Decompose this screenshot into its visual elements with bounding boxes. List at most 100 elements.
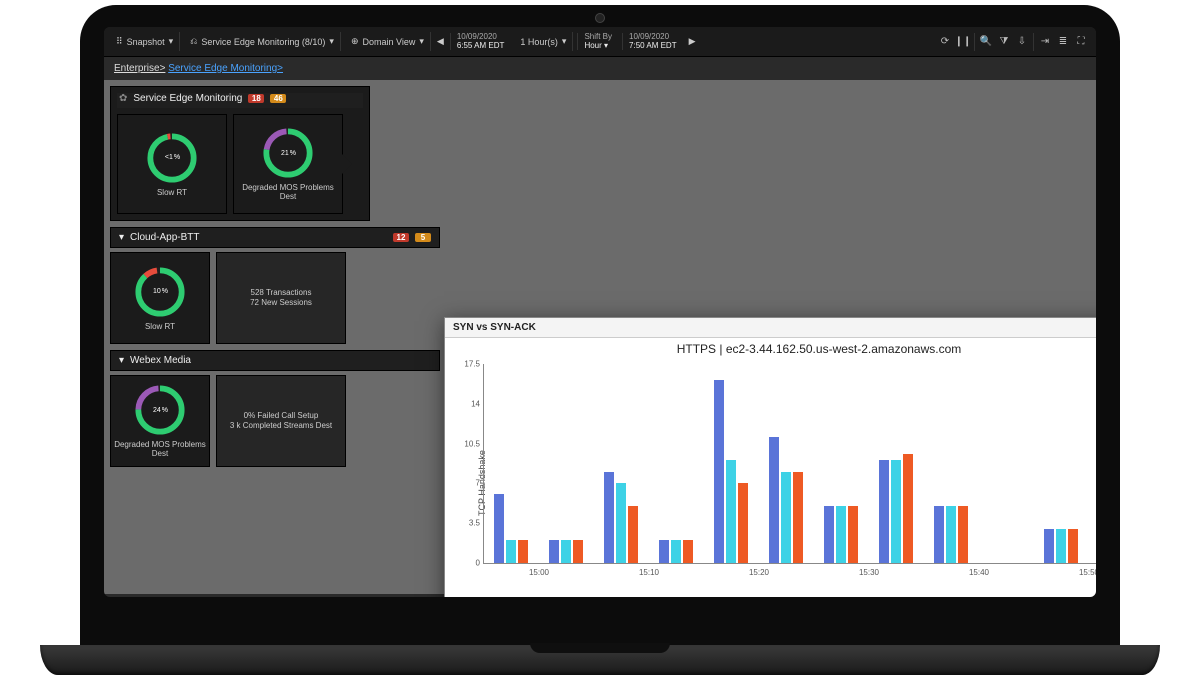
bar-ack xyxy=(561,540,571,563)
snapshot-dropdown[interactable]: ⠿ Snapshot ▾ xyxy=(110,32,180,51)
bar-ack xyxy=(1056,529,1066,563)
pause-icon[interactable]: ❙❙ xyxy=(954,36,972,47)
bar-ns xyxy=(793,472,803,563)
sem-title: Service Edge Monitoring xyxy=(133,93,242,104)
grip-icon: ⠿ xyxy=(116,36,123,47)
webex-title: Webex Media xyxy=(130,355,191,366)
webex-tile-degraded-mos[interactable]: 24% Degraded MOS Problems Dest xyxy=(110,375,210,467)
snapshot-label: Snapshot xyxy=(127,37,165,47)
ytick: 17.5 xyxy=(454,360,480,369)
webex-body: 24% Degraded MOS Problems Dest 0% Failed… xyxy=(110,375,440,467)
cloud-body: 10% Slow RT 528 Transactions 72 New Sess… xyxy=(110,252,440,344)
slow-rt-value: <1 xyxy=(165,154,173,161)
ytick: 7 xyxy=(454,479,480,488)
bar-syn xyxy=(934,506,944,563)
view-dropdown[interactable]: ⊕ Domain View ▾ xyxy=(345,32,431,51)
slow-rt-label: Slow RT xyxy=(157,188,187,197)
bar-ns xyxy=(683,540,693,563)
donut-webex: 24% xyxy=(134,384,186,436)
bar-ns xyxy=(1068,529,1078,563)
caret-down-icon: ▾ xyxy=(562,36,567,47)
sem-panel: ✿ Service Edge Monitoring 18 46 <1% Slow… xyxy=(110,86,370,221)
cloud-title: Cloud-App-BTT xyxy=(130,232,199,243)
hierarchy-icon: ⎌ xyxy=(190,36,197,47)
workspace-dropdown[interactable]: ⎌ Service Edge Monitoring (8/10) ▾ xyxy=(184,32,341,51)
time-prev-button[interactable]: ◀ xyxy=(435,34,446,49)
view-label: Domain View xyxy=(363,37,416,47)
time-end[interactable]: 10/09/2020 7:50 AM EDT xyxy=(622,33,683,51)
cloud-stat-0: 528 Transactions xyxy=(250,288,312,298)
bar-ns xyxy=(518,540,528,563)
ytick: 3.5 xyxy=(454,519,480,528)
bar-syn xyxy=(1044,529,1054,563)
bar-group xyxy=(659,540,693,563)
chart-window: SYN vs SYN-ACK ⧉ ▭ ⤢ HTTPS | ec2-3.44.16… xyxy=(444,317,1096,597)
list-icon[interactable]: ≣ xyxy=(1054,36,1072,47)
breadcrumb-root[interactable]: Enterprise> xyxy=(114,63,165,74)
app-screen: ⠿ Snapshot ▾ ⎌ Service Edge Monitoring (… xyxy=(104,27,1096,597)
bar-ack xyxy=(891,460,901,563)
webex-value: 24 xyxy=(153,407,161,414)
webex-label: Degraded MOS Problems Dest xyxy=(111,440,209,458)
sem-tile-degraded-mos[interactable]: 21% Degraded MOS Problems Dest xyxy=(233,114,343,214)
caret-down-icon: ▾ xyxy=(119,355,124,366)
breadcrumb-current[interactable]: Service Edge Monitoring> xyxy=(168,63,283,74)
topbar-right: ⟳ ❙❙ 🔍 ⧩ ⇩ ⇥ ≣ ⛶ xyxy=(936,33,1090,51)
topbar: ⠿ Snapshot ▾ ⎌ Service Edge Monitoring (… xyxy=(104,27,1096,57)
laptop-frame: ⠿ Snapshot ▾ ⎌ Service Edge Monitoring (… xyxy=(80,5,1120,665)
shift-by[interactable]: Shift By Hour ▾ xyxy=(577,33,618,51)
bar-group xyxy=(494,494,528,563)
webex-header[interactable]: ▾ Webex Media xyxy=(110,350,440,371)
export-icon[interactable]: ⇥ xyxy=(1036,36,1054,47)
sem-tile-slow-rt[interactable]: <1% Slow RT xyxy=(117,114,227,214)
bar-ack xyxy=(506,540,516,563)
end-time: 7:50 AM EDT xyxy=(629,42,677,51)
xtick: 15:20 xyxy=(749,568,769,577)
sem-tiles: <1% Slow RT 21% Degraded MOS Problems De… xyxy=(117,114,363,214)
breadcrumb: Enterprise> Service Edge Monitoring> xyxy=(104,57,1096,80)
sem-header[interactable]: ✿ Service Edge Monitoring 18 46 xyxy=(117,93,363,108)
cloud-header[interactable]: ▾ Cloud-App-BTT 12 5 xyxy=(110,227,440,248)
fullscreen-icon[interactable]: ⛶ xyxy=(1072,36,1090,47)
camera-dot xyxy=(595,13,605,23)
refresh-icon[interactable]: ⟳ xyxy=(936,36,954,47)
chart-body: TCP Handshake Packets (K) 03.5710.51417.… xyxy=(445,360,1096,597)
download-icon[interactable]: ⇩ xyxy=(1013,36,1031,47)
cloud-stat-tile: 528 Transactions 72 New Sessions xyxy=(216,252,346,344)
bar-ns xyxy=(573,540,583,563)
bar-ack xyxy=(671,540,681,563)
bar-syn xyxy=(659,540,669,563)
search-icon[interactable]: 🔍 xyxy=(977,36,995,47)
sem-badge-red: 18 xyxy=(248,94,264,103)
webex-stat-0: 0% Failed Call Setup xyxy=(230,411,332,421)
bar-ns xyxy=(628,506,638,563)
filter-icon[interactable]: ⧩ xyxy=(995,36,1013,47)
donut-cloud-slow-rt: 10% xyxy=(134,266,186,318)
bar-ns xyxy=(848,506,858,563)
bar-syn xyxy=(604,472,614,563)
bar-ns xyxy=(903,454,913,563)
xtick: 15:10 xyxy=(639,568,659,577)
degraded-mos-label: Degraded MOS Problems Dest xyxy=(234,183,342,201)
bar-group xyxy=(549,540,583,563)
ytick: 10.5 xyxy=(454,439,480,448)
webex-stat-1: 3 k Completed Streams Dest xyxy=(230,421,332,431)
range-dropdown[interactable]: 1 Hour(s) ▾ xyxy=(514,32,573,51)
bar-syn xyxy=(549,540,559,563)
cloud-badge-orange: 5 xyxy=(415,233,431,242)
chart-plot[interactable]: 03.5710.51417.515:0015:1015:2015:3015:40… xyxy=(483,364,1096,564)
caret-down-icon: ▾ xyxy=(119,232,124,243)
sem-badge-orange: 46 xyxy=(270,94,286,103)
bar-syn xyxy=(714,380,724,563)
gear-icon: ✿ xyxy=(119,93,127,104)
bar-syn xyxy=(494,494,504,563)
time-next-button[interactable]: ▶ xyxy=(687,34,698,49)
time-start[interactable]: 10/09/2020 6:55 AM EDT xyxy=(450,33,511,51)
cloud-tile-slow-rt[interactable]: 10% Slow RT xyxy=(110,252,210,344)
ytick: 0 xyxy=(454,559,480,568)
cloud-slow-rt-label: Slow RT xyxy=(145,322,175,331)
chart-title: HTTPS | ec2-3.44.162.50.us-west-2.amazon… xyxy=(445,338,1096,360)
donut-slow-rt: <1% xyxy=(146,132,198,184)
cloud-badge-red: 12 xyxy=(393,233,409,242)
caret-down-icon: ▾ xyxy=(169,36,174,47)
